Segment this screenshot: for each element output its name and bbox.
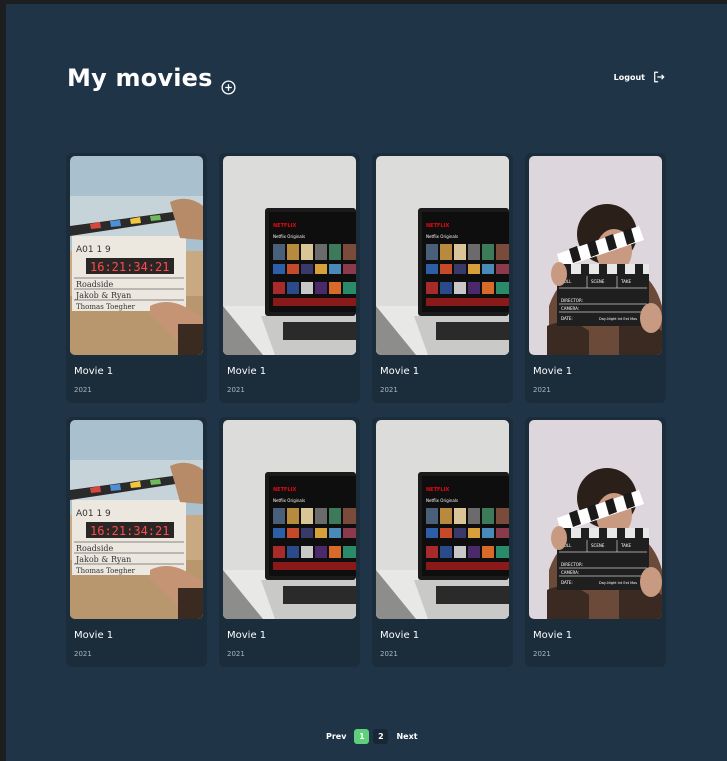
clapperboard-desert-image: 16:21:34:21 Roadside Jakob & Ryan Thomas…	[70, 420, 203, 619]
movie-year: 2021	[227, 650, 245, 658]
movie-card[interactable]: 16:21:34:21 Roadside Jakob & Ryan Thomas…	[66, 417, 207, 667]
svg-text:DIRECTOR:: DIRECTOR:	[561, 562, 583, 567]
clapperboard-person-image: ROLL SCENE TAKE DIRECTOR: CAMERA: DATE: …	[529, 156, 662, 355]
svg-text:Thomas Toegher: Thomas Toegher	[76, 567, 136, 575]
svg-text:SCENE: SCENE	[591, 279, 605, 284]
movie-year: 2021	[380, 650, 398, 658]
page-title-text: My movies	[67, 64, 213, 92]
movie-card[interactable]: NETFLIX Netflix Originals Movie 1 2021	[372, 153, 513, 403]
page: My movies Logout 16:21:34:21 Roadside Ja…	[6, 4, 727, 761]
movie-title: Movie 1	[380, 366, 420, 377]
movie-year: 2021	[533, 650, 551, 658]
clapperboard-person-image: ROLL SCENE TAKE DIRECTOR: CAMERA: DATE: …	[529, 420, 662, 619]
pagination: Prev 1 2 Next	[320, 729, 424, 744]
movie-poster: 16:21:34:21 Roadside Jakob & Ryan Thomas…	[70, 156, 203, 355]
svg-text:Jakob & Ryan: Jakob & Ryan	[75, 555, 131, 564]
svg-text:NETFLIX: NETFLIX	[273, 487, 296, 493]
svg-text:SCENE: SCENE	[591, 543, 605, 548]
svg-text:Netflix Originals: Netflix Originals	[426, 234, 458, 239]
movie-year: 2021	[74, 650, 92, 658]
logout-label: Logout	[613, 72, 645, 82]
movie-title: Movie 1	[74, 630, 114, 641]
svg-text:NETFLIX: NETFLIX	[426, 223, 449, 229]
svg-text:Thomas Toegher: Thomas Toegher	[76, 303, 136, 311]
svg-text:Jakob & Ryan: Jakob & Ryan	[75, 291, 131, 300]
svg-text:Day-Night Int Ext Mos: Day-Night Int Ext Mos	[599, 317, 637, 321]
svg-text:Roadside: Roadside	[76, 544, 114, 553]
logout-button[interactable]: Logout	[614, 71, 665, 83]
netflix-laptop-image: NETFLIX Netflix Originals	[223, 156, 356, 355]
movie-card[interactable]: 16:21:34:21 Roadside Jakob & Ryan Thomas…	[66, 153, 207, 403]
svg-text:CAMERA:: CAMERA:	[561, 570, 579, 575]
movie-poster: NETFLIX Netflix Originals	[223, 156, 356, 355]
svg-text:CAMERA:: CAMERA:	[561, 306, 579, 311]
movie-title: Movie 1	[533, 366, 573, 377]
svg-text:NETFLIX: NETFLIX	[426, 487, 449, 493]
svg-text:Roadside: Roadside	[76, 280, 114, 289]
svg-text:A01 1 9: A01 1 9	[76, 245, 111, 255]
netflix-laptop-image: NETFLIX Netflix Originals	[223, 420, 356, 619]
movie-title: Movie 1	[380, 630, 420, 641]
svg-text:Netflix Originals: Netflix Originals	[273, 498, 305, 503]
movie-title: Movie 1	[74, 366, 114, 377]
movie-poster: ROLL SCENE TAKE DIRECTOR: CAMERA: DATE: …	[529, 420, 662, 619]
movie-card[interactable]: NETFLIX Netflix Originals Movie 1 2021	[219, 153, 360, 403]
next-page-button[interactable]: Next	[390, 732, 423, 741]
movie-card[interactable]: NETFLIX Netflix Originals Movie 1 2021	[372, 417, 513, 667]
svg-text:Netflix Originals: Netflix Originals	[273, 234, 305, 239]
movie-title: Movie 1	[533, 630, 573, 641]
svg-text:16:21:34:21: 16:21:34:21	[90, 260, 169, 274]
svg-text:DIRECTOR:: DIRECTOR:	[561, 298, 583, 303]
svg-text:Netflix Originals: Netflix Originals	[426, 498, 458, 503]
movie-card[interactable]: ROLL SCENE TAKE DIRECTOR: CAMERA: DATE: …	[525, 417, 666, 667]
svg-text:A01 1 9: A01 1 9	[76, 509, 111, 519]
movie-poster: NETFLIX Netflix Originals	[376, 156, 509, 355]
svg-text:TAKE: TAKE	[620, 279, 631, 284]
svg-text:DATE:: DATE:	[561, 316, 573, 321]
logout-icon	[653, 71, 665, 83]
movie-card[interactable]: NETFLIX Netflix Originals Movie 1 2021	[219, 417, 360, 667]
page-title: My movies	[67, 64, 236, 95]
svg-text:TAKE: TAKE	[620, 543, 631, 548]
movie-card[interactable]: ROLL SCENE TAKE DIRECTOR: CAMERA: DATE: …	[525, 153, 666, 403]
clapperboard-desert-image: 16:21:34:21 Roadside Jakob & Ryan Thomas…	[70, 156, 203, 355]
netflix-laptop-image: NETFLIX Netflix Originals	[376, 420, 509, 619]
movie-poster: NETFLIX Netflix Originals	[223, 420, 356, 619]
prev-page-button[interactable]: Prev	[320, 732, 352, 741]
svg-text:16:21:34:21: 16:21:34:21	[90, 524, 169, 538]
movie-year: 2021	[227, 386, 245, 394]
page-button-2[interactable]: 2	[373, 729, 389, 744]
svg-text:Day-Night Int Ext Mos: Day-Night Int Ext Mos	[599, 581, 637, 585]
movie-year: 2021	[380, 386, 398, 394]
movie-poster: 16:21:34:21 Roadside Jakob & Ryan Thomas…	[70, 420, 203, 619]
movie-title: Movie 1	[227, 630, 267, 641]
movie-title: Movie 1	[227, 366, 267, 377]
movie-poster: NETFLIX Netflix Originals	[376, 420, 509, 619]
movie-poster: ROLL SCENE TAKE DIRECTOR: CAMERA: DATE: …	[529, 156, 662, 355]
svg-text:DATE:: DATE:	[561, 580, 573, 585]
svg-text:NETFLIX: NETFLIX	[273, 223, 296, 229]
add-movie-icon[interactable]	[221, 73, 236, 95]
page-button-1[interactable]: 1	[354, 729, 370, 744]
netflix-laptop-image: NETFLIX Netflix Originals	[376, 156, 509, 355]
movie-year: 2021	[74, 386, 92, 394]
movie-year: 2021	[533, 386, 551, 394]
